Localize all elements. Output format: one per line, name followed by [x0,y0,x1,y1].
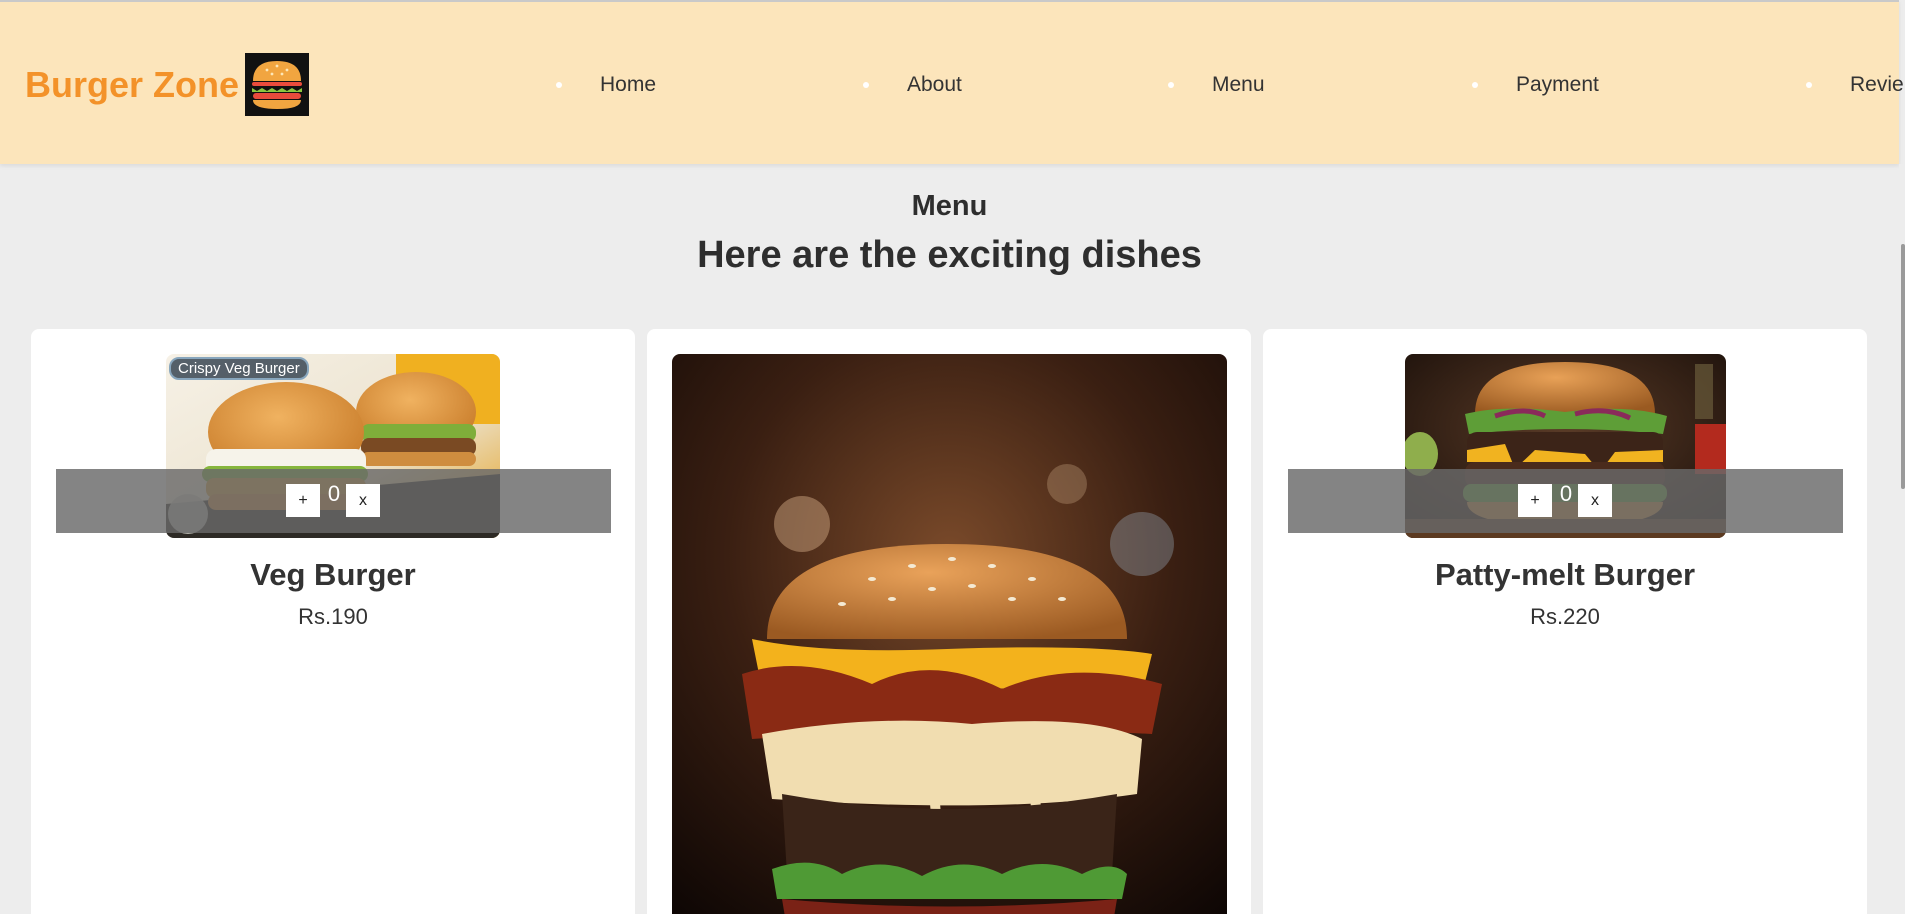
item-price: Rs.190 [298,604,368,629]
nav-label[interactable]: Menu [1212,73,1265,97]
bullet-icon [1168,82,1174,88]
menu-card-featured [647,329,1251,914]
quantity-bar: + 0 x [56,469,611,533]
nav-label[interactable]: Payment [1516,73,1599,97]
quantity-bar: + 0 x [1288,469,1843,533]
section-subtitle: Here are the exciting dishes [697,234,1202,276]
bullet-icon [556,82,562,88]
remove-button[interactable]: x [1578,484,1612,517]
image-caption: Crispy Veg Burger [169,357,309,380]
bullet-icon [863,82,869,88]
menu-card-veg-burger: Crispy Veg Burger + 0 x Veg Burger Rs.19… [31,329,635,914]
section-title: Menu [911,190,988,222]
quantity-count: 0 [1559,481,1573,506]
scrollbar-thumb[interactable] [1901,244,1905,489]
bullet-icon [1472,82,1478,88]
page-scrollbar[interactable] [1899,164,1905,914]
nav-label[interactable]: About [907,73,962,97]
item-name: Patty-melt Burger [1434,557,1696,592]
quantity-count: 0 [327,481,341,506]
nav-label[interactable]: Revie [1850,73,1904,97]
featured-burger-image [672,354,1227,914]
remove-button[interactable]: x [346,484,380,517]
brand-name[interactable]: Burger Zone [25,64,239,106]
menu-card-patty-melt-burger: + 0 x Patty-melt Burger Rs.220 [1263,329,1867,914]
bullet-icon [1806,82,1812,88]
item-name: Veg Burger [250,557,416,592]
nav-label[interactable]: Home [600,73,656,97]
site-header: Burger Zone Home About Menu Payment Revi… [0,0,1904,164]
burger-icon[interactable] [245,53,309,116]
item-price: Rs.220 [1530,604,1600,629]
add-button[interactable]: + [1518,484,1552,517]
add-button[interactable]: + [286,484,320,517]
